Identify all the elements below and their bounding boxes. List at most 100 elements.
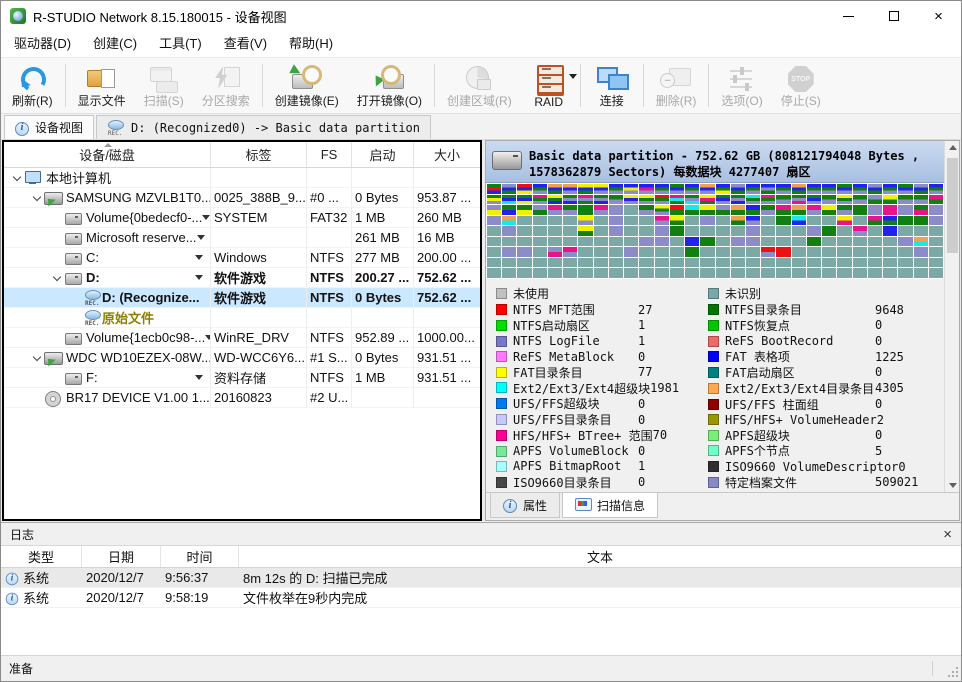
- scan-block[interactable]: [594, 184, 608, 194]
- scan-block[interactable]: [639, 268, 653, 278]
- scan-block[interactable]: [502, 226, 516, 236]
- scan-block[interactable]: [685, 216, 699, 226]
- scan-block[interactable]: [883, 237, 897, 247]
- scan-block[interactable]: [563, 216, 577, 226]
- scan-block[interactable]: [517, 205, 531, 215]
- dropdown-icon[interactable]: [195, 375, 203, 380]
- scan-block[interactable]: [822, 226, 836, 236]
- chevron-down-icon[interactable]: [569, 74, 577, 79]
- scan-block[interactable]: [609, 195, 623, 205]
- scan-block[interactable]: [548, 205, 562, 215]
- scan-block[interactable]: [792, 268, 806, 278]
- scan-block[interactable]: [624, 268, 638, 278]
- scan-block[interactable]: [609, 216, 623, 226]
- scan-block[interactable]: [655, 247, 669, 257]
- scan-block[interactable]: [639, 195, 653, 205]
- scan-block[interactable]: [563, 268, 577, 278]
- scan-block[interactable]: [776, 237, 790, 247]
- scrollbar-thumb[interactable]: [947, 158, 958, 253]
- scan-block[interactable]: [685, 247, 699, 257]
- tree-row[interactable]: Microsoft reserve...261 MB16 MB: [4, 228, 480, 248]
- scan-block[interactable]: [807, 268, 821, 278]
- scan-block[interactable]: [853, 226, 867, 236]
- scan-block[interactable]: [868, 216, 882, 226]
- scan-block[interactable]: [731, 226, 745, 236]
- scan-block[interactable]: [578, 184, 592, 194]
- scan-block[interactable]: [746, 226, 760, 236]
- scan-block[interactable]: [898, 237, 912, 247]
- scan-block[interactable]: [807, 216, 821, 226]
- scan-block[interactable]: [624, 216, 638, 226]
- scan-block[interactable]: [533, 237, 547, 247]
- scan-block[interactable]: [807, 205, 821, 215]
- scan-block[interactable]: [731, 195, 745, 205]
- scan-block[interactable]: [685, 268, 699, 278]
- scan-block[interactable]: [853, 247, 867, 257]
- scan-block[interactable]: [883, 247, 897, 257]
- scan-block[interactable]: [548, 268, 562, 278]
- scan-block[interactable]: [594, 195, 608, 205]
- scan-block[interactable]: [929, 237, 943, 247]
- scan-block[interactable]: [792, 258, 806, 268]
- tree-header-label[interactable]: 标签: [211, 142, 307, 167]
- scan-block[interactable]: [517, 247, 531, 257]
- scan-block[interactable]: [898, 195, 912, 205]
- scan-block[interactable]: [533, 268, 547, 278]
- scan-block[interactable]: [929, 205, 943, 215]
- scan-block[interactable]: [517, 237, 531, 247]
- scan-block[interactable]: [578, 226, 592, 236]
- scan-block[interactable]: [929, 268, 943, 278]
- scan-block[interactable]: [639, 216, 653, 226]
- scan-block[interactable]: [670, 205, 684, 215]
- scan-block[interactable]: [655, 195, 669, 205]
- scan-block[interactable]: [700, 258, 714, 268]
- scan-block[interactable]: [746, 258, 760, 268]
- scan-block[interactable]: [792, 226, 806, 236]
- scan-block[interactable]: [837, 258, 851, 268]
- scan-block[interactable]: [548, 226, 562, 236]
- scan-block[interactable]: [487, 216, 501, 226]
- scan-block[interactable]: [655, 216, 669, 226]
- dropdown-icon[interactable]: [195, 275, 203, 280]
- scan-block[interactable]: [594, 216, 608, 226]
- scan-block[interactable]: [624, 237, 638, 247]
- tab-properties[interactable]: 属性: [490, 493, 560, 518]
- toolbar-button-open-image[interactable]: 打开镜像(O): [348, 60, 431, 111]
- scan-block[interactable]: [578, 195, 592, 205]
- scan-block[interactable]: [487, 258, 501, 268]
- scan-block[interactable]: [655, 237, 669, 247]
- scan-block[interactable]: [578, 247, 592, 257]
- scan-block[interactable]: [487, 184, 501, 194]
- scan-block[interactable]: [609, 247, 623, 257]
- chevron-down-icon[interactable]: [30, 356, 44, 360]
- scan-block[interactable]: [594, 226, 608, 236]
- tree-row[interactable]: Volume{0bedecf0-...SYSTEMFAT321 MB260 MB: [4, 208, 480, 228]
- menu-item-create[interactable]: 创建(C): [82, 33, 148, 55]
- chevron-down-icon[interactable]: [50, 276, 64, 280]
- tree-header-start[interactable]: 启动: [352, 142, 414, 167]
- scan-block[interactable]: [548, 237, 562, 247]
- menu-item-view[interactable]: 查看(V): [213, 33, 278, 55]
- scan-block[interactable]: [929, 258, 943, 268]
- scan-block[interactable]: [655, 205, 669, 215]
- dropdown-icon[interactable]: [195, 255, 203, 260]
- scan-block[interactable]: [883, 268, 897, 278]
- scan-block[interactable]: [898, 205, 912, 215]
- scan-block[interactable]: [533, 247, 547, 257]
- scan-block[interactable]: [776, 247, 790, 257]
- scan-block[interactable]: [807, 184, 821, 194]
- scan-block[interactable]: [578, 258, 592, 268]
- scan-block[interactable]: [685, 258, 699, 268]
- scan-block[interactable]: [502, 195, 516, 205]
- log-row[interactable]: 系统2020/12/79:56:378m 12s 的 D: 扫描已完成: [1, 568, 961, 588]
- scan-block[interactable]: [594, 205, 608, 215]
- scan-block[interactable]: [655, 258, 669, 268]
- scan-block[interactable]: [868, 237, 882, 247]
- scan-block[interactable]: [822, 216, 836, 226]
- menu-item-help[interactable]: 帮助(H): [278, 33, 344, 55]
- scan-block[interactable]: [761, 237, 775, 247]
- scan-block[interactable]: [746, 205, 760, 215]
- tree-row[interactable]: F:资料存储NTFS1 MB931.51 ...: [4, 368, 480, 388]
- dropdown-icon[interactable]: [202, 215, 210, 220]
- scan-block[interactable]: [548, 247, 562, 257]
